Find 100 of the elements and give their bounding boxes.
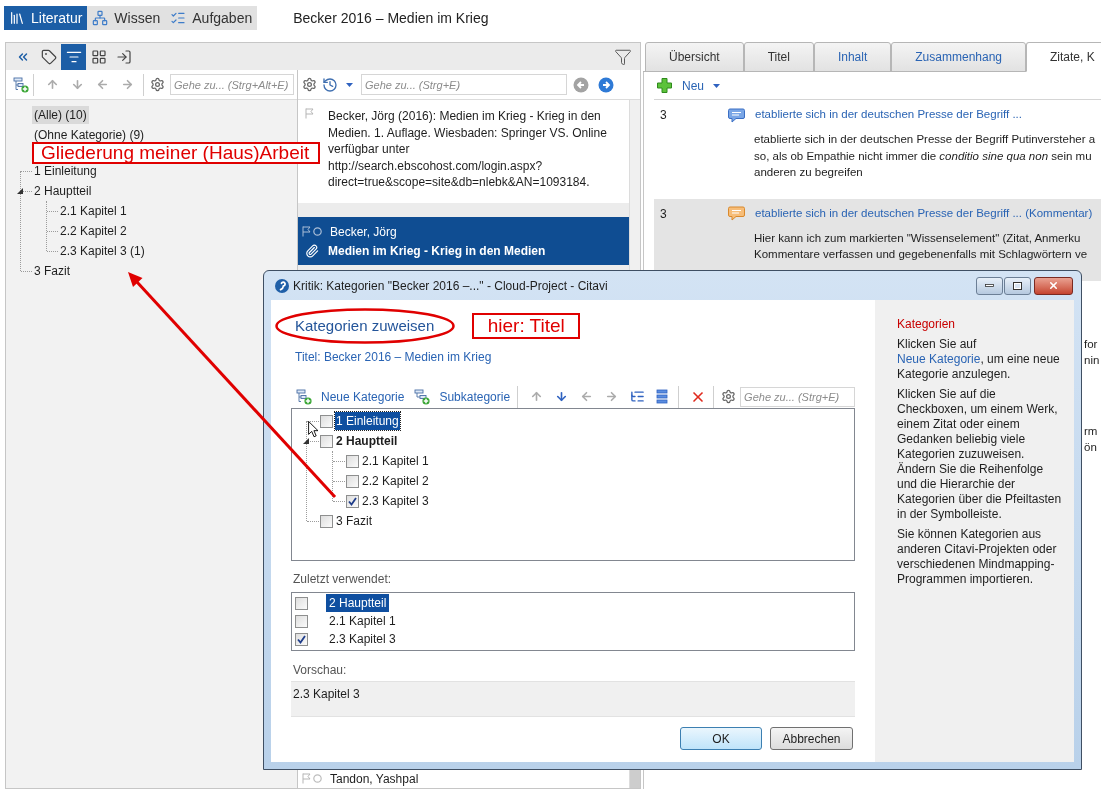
checkmark-icon xyxy=(297,634,306,644)
speech-bubble-icon xyxy=(728,206,745,221)
detail-tab[interactable]: Zusammenhang xyxy=(891,42,1026,72)
entry-text-line: Hier kann ich zum markierten "Wissenselement" (Zitat, Anmerku xyxy=(754,230,1082,246)
category-filter[interactable]: (Ohne Kategorie) (9) xyxy=(32,126,147,144)
recent-category-item[interactable]: 2.3 Kapitel 3 xyxy=(326,630,399,648)
category-filter[interactable]: (Alle) (10) xyxy=(32,106,89,124)
paperclip-icon[interactable] xyxy=(305,243,319,258)
history-icon[interactable] xyxy=(322,76,338,93)
detail-tab[interactable]: Übersicht xyxy=(645,42,744,72)
search-field[interactable]: Gehe zu... (Strg+Alt+E) xyxy=(170,74,294,95)
checklist-icon xyxy=(170,10,187,26)
expanded-triangle-icon[interactable] xyxy=(303,438,309,444)
page-number: 3 xyxy=(660,107,668,124)
checkbox[interactable] xyxy=(320,434,333,448)
subcategory-button[interactable]: Subkategorie xyxy=(414,387,511,406)
category-item[interactable]: 1 Einleitung xyxy=(335,412,400,430)
citation-text: Becker, Jörg (2016): Medien im Krieg - Krieg in den Medien. 1. Auflage. Wiesbaden: Springer VS. Online verfügbar unter http://search.ebscohost.com/login.aspx?direct=true&scope=site&db=nlebk&AN=1093184. xyxy=(328,108,608,191)
dialog-heading: Kategorien zuweisen xyxy=(295,318,435,334)
entry-text-line: so, als ob Empathie nicht immer die conditio sine qua non sein mu xyxy=(754,148,1093,164)
module-tab[interactable]: Wissen xyxy=(87,6,166,30)
new-category-button[interactable]: Neue Kategorie xyxy=(296,387,405,406)
tag-icon xyxy=(40,48,57,65)
flag-icon[interactable] xyxy=(302,226,311,237)
search-field[interactable]: Gehe zu... (Strg+E) xyxy=(740,386,856,407)
close-button[interactable] xyxy=(1034,276,1073,295)
entry-heading[interactable]: etablierte sich in der deutschen Presse der Begriff ... xyxy=(755,106,1022,124)
caret-down-icon[interactable] xyxy=(713,83,720,88)
add-category-icon xyxy=(13,76,29,93)
category-item[interactable]: 3 Fazit xyxy=(32,262,72,280)
books-icon xyxy=(9,10,25,26)
stacked-rows-icon[interactable] xyxy=(656,389,669,404)
speech-bubble-icon xyxy=(728,107,745,123)
recent-category-item[interactable]: 2 Hauptteil xyxy=(326,594,390,612)
category-item[interactable]: 2.3 Kapitel 3 (1) xyxy=(58,242,147,260)
checkmark-icon xyxy=(348,496,357,506)
settings-icon[interactable] xyxy=(721,389,737,404)
help-paragraph: Klicken Sie auf die Checkboxen, um einem Werk, einem Zitat oder einem Gedanken beliebig viele Kategorien zuzuweisen. Ändern Sie die Reihenfolge und die Hierarchie der Kategorien über die Pfeiltasten in der Symbolleiste. xyxy=(897,387,1062,522)
import-icon xyxy=(115,48,132,65)
page-number: 3 xyxy=(660,205,668,223)
category-item[interactable]: 2.2 Kapitel 2 xyxy=(361,472,430,490)
recent-category-item[interactable]: 2.1 Kapitel 1 xyxy=(326,612,399,630)
category-item[interactable]: 3 Fazit xyxy=(335,512,373,530)
filter-icon[interactable] xyxy=(614,47,632,66)
maximize-button[interactable] xyxy=(1004,276,1031,295)
checkbox[interactable] xyxy=(346,474,359,488)
dialog-title: Kritik: Kategorien "Becker 2016 –..." - Cloud-Project - Citavi xyxy=(293,277,608,295)
settings-icon[interactable] xyxy=(302,77,317,92)
module-tab[interactable]: Aufgaben xyxy=(165,6,258,30)
checkbox[interactable] xyxy=(320,414,333,428)
search-field[interactable]: Gehe zu... (Strg+E) xyxy=(361,74,567,95)
plus-icon xyxy=(657,78,672,93)
circle-icon[interactable] xyxy=(313,227,322,236)
dialog-button[interactable]: OK xyxy=(680,727,762,750)
module-tab[interactable]: Literatur xyxy=(4,6,88,30)
entry-text-line: Kommentare verfassen und gegebenenfalls mit Schlagwörtern ve xyxy=(754,247,1089,262)
minimize-button[interactable] xyxy=(976,276,1003,295)
checkbox[interactable] xyxy=(320,514,333,528)
caret-down-icon[interactable] xyxy=(346,82,353,87)
cut-off-text: ön xyxy=(1084,439,1098,455)
document-title: Becker 2016 – Medien im Krieg xyxy=(293,8,489,28)
tree-structure-icon[interactable] xyxy=(630,389,646,404)
checkbox[interactable] xyxy=(295,596,308,610)
checkbox[interactable] xyxy=(346,494,359,508)
help-paragraph: Klicken Sie auf Neue Kategorie, um eine neue Kategorie anzulegen. xyxy=(897,337,1061,382)
category-item[interactable]: 2.1 Kapitel 1 xyxy=(361,452,430,470)
detail-tab[interactable]: Inhalt xyxy=(813,42,892,72)
close-icon xyxy=(1048,280,1059,291)
settings-icon[interactable] xyxy=(150,77,165,92)
detail-tab[interactable]: Zitate, K xyxy=(1026,42,1101,72)
entry-text-line: etablierte sich in der deutschen Presse der Begriff Putinversteher a xyxy=(754,132,1095,147)
detail-tab[interactable]: Titel xyxy=(743,42,814,72)
checkbox[interactable] xyxy=(295,614,308,628)
expanded-triangle-icon[interactable] xyxy=(17,188,23,194)
dialog-button[interactable]: Abbrechen xyxy=(770,727,853,750)
entry-heading[interactable]: etablierte sich in der deutschen Presse der Begriff ... (Kommentar) xyxy=(755,204,1093,223)
dialog-subtitle: Titel: Becker 2016 – Medien im Krieg xyxy=(294,349,492,365)
help-paragraph: Sie können Kategorien aus anderen Citavi-Projekten oder verschiedenen Mindmapping-Programmen importieren. xyxy=(897,527,1058,587)
category-item[interactable]: 2.2 Kapitel 2 xyxy=(58,222,129,240)
add-subcategory-icon xyxy=(414,388,431,405)
preview-label: Vorschau: xyxy=(292,662,347,678)
grid-icon xyxy=(90,48,107,65)
category-item[interactable]: 2 Hauptteil xyxy=(335,432,399,450)
arrow-down-icon[interactable] xyxy=(555,390,569,403)
help-heading: Kategorien xyxy=(897,317,957,332)
category-item[interactable]: 1 Einleitung xyxy=(32,162,99,180)
category-item[interactable]: 2.1 Kapitel 1 xyxy=(58,202,129,220)
category-item[interactable]: 2 Hauptteil xyxy=(32,182,94,200)
cut-off-text: rm xyxy=(1084,423,1099,439)
entry-text-line: anderen zu begreifen xyxy=(754,165,864,180)
checkbox[interactable] xyxy=(295,632,308,646)
panel-tool-button[interactable] xyxy=(61,43,86,70)
reference-author: Becker, Jörg xyxy=(330,223,397,241)
recent-label: Zuletzt verwendet: xyxy=(292,571,392,587)
new-button[interactable]: Neu xyxy=(657,76,720,95)
reference-row[interactable]: Becker, Jörg Medien im Krieg - Krieg in den Medien xyxy=(298,217,629,265)
category-item[interactable]: 2.3 Kapitel 3 xyxy=(361,492,430,510)
add-category-icon xyxy=(296,388,312,405)
checkbox[interactable] xyxy=(346,454,359,468)
app-logo-icon xyxy=(275,278,289,293)
